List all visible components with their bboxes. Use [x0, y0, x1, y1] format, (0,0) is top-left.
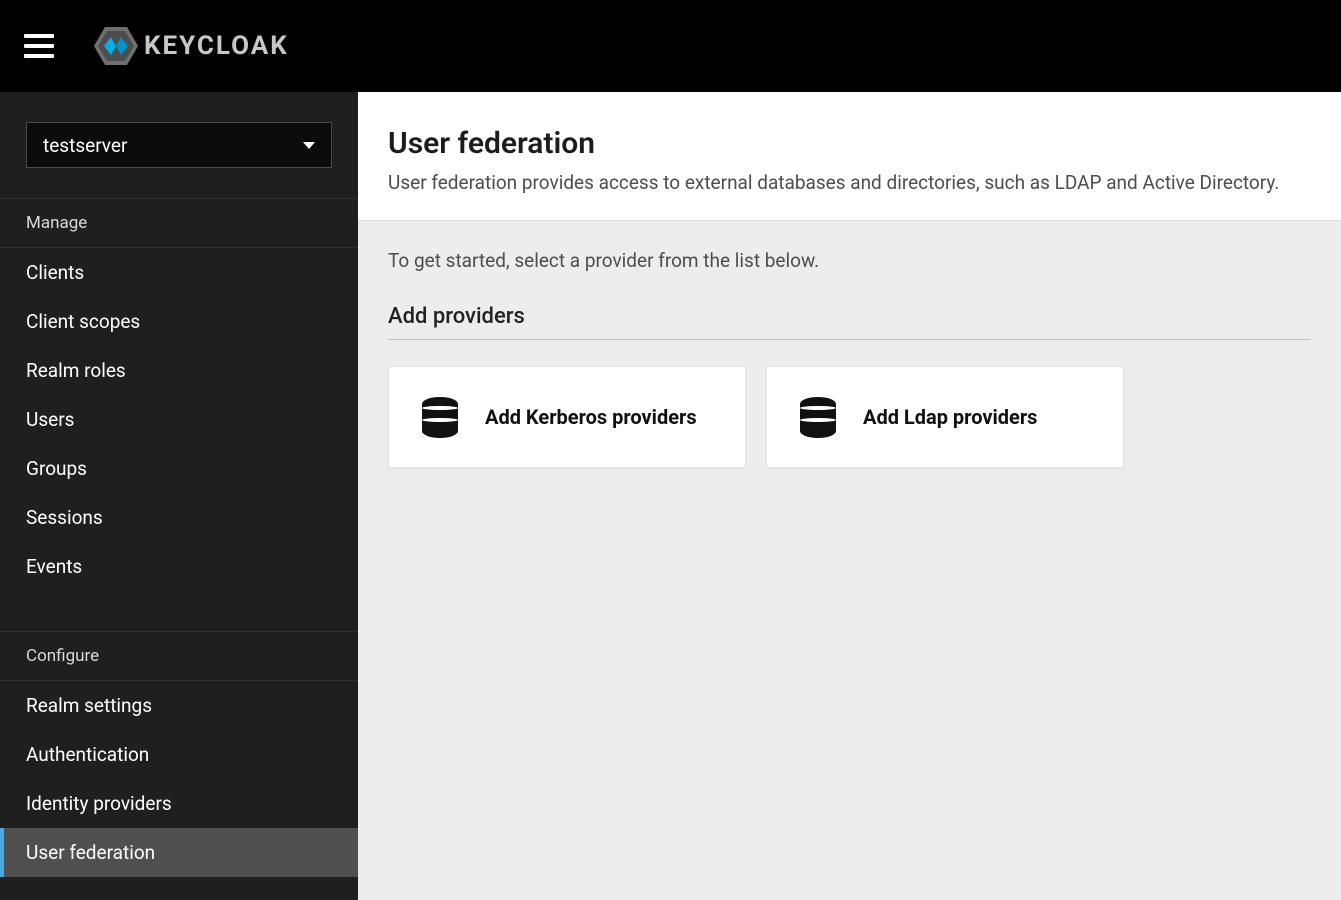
database-icon: [797, 396, 839, 438]
main-content: User federation User federation provides…: [358, 92, 1341, 900]
nav-label: Realm roles: [26, 359, 126, 382]
card-label: Add Ldap providers: [863, 405, 1037, 429]
sidebar-item-authentication[interactable]: Authentication: [0, 730, 358, 779]
realm-selector[interactable]: testserver: [26, 122, 332, 168]
sidebar: testserver Manage Clients Client scopes …: [0, 92, 358, 900]
page-intro: To get started, select a provider from t…: [388, 249, 1311, 272]
realm-selected-label: testserver: [43, 134, 127, 157]
nav-label: Groups: [26, 457, 87, 480]
brand-logo[interactable]: KEYCLOAK: [94, 27, 289, 65]
sidebar-item-identity-providers[interactable]: Identity providers: [0, 779, 358, 828]
topbar: KEYCLOAK: [0, 0, 1341, 92]
provider-cards: Add Kerberos providers Add Ldap provider…: [388, 366, 1311, 468]
nav-label: User federation: [26, 841, 155, 864]
database-icon: [419, 396, 461, 438]
add-providers-title: Add providers: [388, 304, 1311, 340]
sidebar-item-clients[interactable]: Clients: [0, 248, 358, 297]
nav-label: Client scopes: [26, 310, 140, 333]
sidebar-item-client-scopes[interactable]: Client scopes: [0, 297, 358, 346]
sidebar-item-user-federation[interactable]: User federation: [0, 828, 358, 877]
sidebar-item-users[interactable]: Users: [0, 395, 358, 444]
nav-label: Events: [26, 555, 82, 578]
provider-card-ldap[interactable]: Add Ldap providers: [766, 366, 1124, 468]
page-title: User federation: [388, 126, 1311, 161]
provider-card-kerberos[interactable]: Add Kerberos providers: [388, 366, 746, 468]
nav-section-configure: Configure Realm settings Authentication …: [0, 631, 358, 877]
nav-label: Authentication: [26, 743, 149, 766]
sidebar-item-sessions[interactable]: Sessions: [0, 493, 358, 542]
keycloak-logo-icon: [94, 27, 138, 65]
section-label-configure: Configure: [0, 632, 358, 681]
sidebar-item-groups[interactable]: Groups: [0, 444, 358, 493]
nav-label: Sessions: [26, 506, 103, 529]
page-header: User federation User federation provides…: [358, 92, 1341, 221]
brand-name: KEYCLOAK: [144, 31, 289, 61]
card-label: Add Kerberos providers: [485, 405, 697, 429]
page-body: To get started, select a provider from t…: [358, 221, 1341, 496]
page-description: User federation provides access to exter…: [388, 171, 1311, 194]
hamburger-menu-icon[interactable]: [24, 34, 54, 58]
caret-down-icon: [303, 142, 315, 149]
sidebar-item-realm-roles[interactable]: Realm roles: [0, 346, 358, 395]
sidebar-item-events[interactable]: Events: [0, 542, 358, 591]
nav-label: Identity providers: [26, 792, 172, 815]
nav-section-manage: Manage Clients Client scopes Realm roles…: [0, 198, 358, 591]
nav-label: Realm settings: [26, 694, 152, 717]
nav-label: Users: [26, 408, 74, 431]
section-label-manage: Manage: [0, 199, 358, 248]
sidebar-item-realm-settings[interactable]: Realm settings: [0, 681, 358, 730]
nav-label: Clients: [26, 261, 84, 284]
